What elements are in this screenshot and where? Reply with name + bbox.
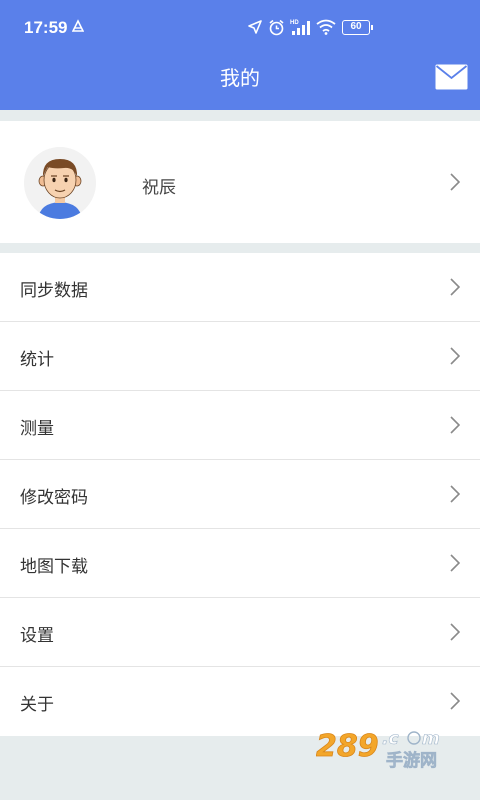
- menu-item-change-password[interactable]: 修改密码: [0, 460, 480, 529]
- menu-item-label: 地图下载: [20, 557, 88, 577]
- menu-item-statistics[interactable]: 统计: [0, 322, 480, 391]
- svg-text:HD: HD: [290, 20, 299, 26]
- app-header: 17:59 HD 60 我的: [0, 0, 480, 110]
- svg-text:m: m: [422, 729, 440, 749]
- menu-item-measure[interactable]: 测量: [0, 391, 480, 460]
- menu-item-label: 修改密码: [20, 488, 88, 508]
- alarm-icon: [269, 19, 284, 36]
- chevron-right-icon: [450, 173, 460, 191]
- menu-item-map-download[interactable]: 地图下载: [0, 529, 480, 598]
- menu-item-settings[interactable]: 设置: [0, 598, 480, 667]
- menu-item-label: 统计: [20, 350, 54, 370]
- user-avatar: [24, 147, 96, 219]
- status-time: 17:59: [24, 18, 68, 37]
- battery-icon: 60: [342, 20, 373, 35]
- alert-icon: [72, 19, 84, 32]
- menu-item-label: 同步数据: [20, 281, 88, 301]
- hd-signal-icon: HD: [290, 20, 310, 35]
- menu-item-label: 关于: [20, 695, 54, 715]
- menu-item-label: 测量: [20, 419, 54, 439]
- menu-item-sync-data[interactable]: 同步数据: [0, 253, 480, 322]
- chevron-right-icon: [450, 692, 460, 710]
- chevron-right-icon: [450, 554, 460, 572]
- chevron-right-icon: [450, 347, 460, 365]
- watermark-logo: 289 .c m 手游网: [316, 729, 440, 772]
- status-bar: 17:59 HD 60: [0, 0, 480, 56]
- mail-icon[interactable]: [435, 64, 468, 90]
- wifi-icon: [316, 19, 336, 35]
- menu-item-label: 设置: [20, 626, 54, 646]
- chevron-right-icon: [450, 623, 460, 641]
- svg-text:手游网: 手游网: [386, 750, 437, 771]
- profile-card[interactable]: 祝辰: [0, 121, 480, 243]
- settings-menu: 同步数据 统计 测量 修改密码 地图下载 设置 关于: [0, 253, 480, 736]
- chevron-right-icon: [450, 416, 460, 434]
- chevron-right-icon: [450, 485, 460, 503]
- svg-text:.c: .c: [382, 729, 399, 749]
- user-name: 祝辰: [142, 178, 176, 198]
- location-icon: [248, 20, 262, 34]
- chevron-right-icon: [450, 278, 460, 296]
- svg-text:289: 289: [316, 729, 379, 764]
- page-title: 我的: [220, 66, 260, 90]
